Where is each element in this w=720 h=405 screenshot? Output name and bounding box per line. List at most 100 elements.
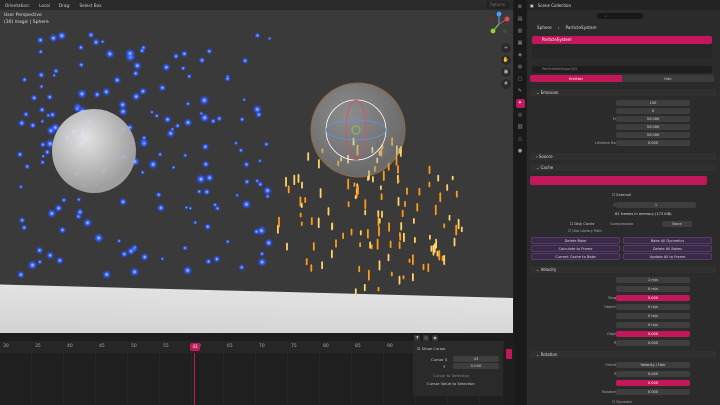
left-sphere[interactable]: [52, 109, 136, 193]
velocity-prop-row[interactable]: Randomize0.000: [530, 340, 716, 346]
modifier-tab-icon[interactable]: ✎: [516, 87, 525, 96]
prop-value-field[interactable]: 0 m/s: [616, 286, 690, 292]
prop-value-field[interactable]: Velocity / Hair: [616, 362, 690, 368]
cache-list[interactable]: [530, 176, 707, 185]
orientation-label[interactable]: Orientation:: [5, 3, 30, 8]
select-mode[interactable]: Select Box: [80, 3, 102, 8]
render-tab-icon[interactable]: ▤: [516, 15, 525, 24]
velocity-prop-row[interactable]: Normal1 m/s: [530, 277, 716, 283]
particle-system-list-item[interactable]: ParticleSystem: [532, 36, 712, 44]
prop-value-field[interactable]: 1 m/s: [616, 277, 690, 283]
rotation-dynamic-checkbox[interactable]: ☐ Dynamic: [612, 399, 692, 405]
proportional-icon[interactable]: ◉: [432, 334, 438, 341]
type-emitter-button[interactable]: Emitter: [530, 75, 622, 82]
emission-panel-header[interactable]: ⌄ Emission: [530, 89, 716, 96]
emission-prop-row[interactable]: End55.000: [530, 124, 716, 130]
emission-prop-row[interactable]: Frame Start55.000: [530, 116, 716, 122]
rotation-prop-row[interactable]: Randomize Phase0.000: [530, 389, 716, 395]
3d-viewport[interactable]: Orientation: Local Drag: Select Box Opti…: [0, 0, 513, 333]
cursor-y-field[interactable]: 0.000: [453, 363, 499, 369]
world-tab-icon[interactable]: ◍: [516, 63, 525, 72]
data-tab-icon[interactable]: △: [516, 135, 525, 144]
grid-icon[interactable]: #: [501, 79, 511, 89]
selected-sphere[interactable]: [310, 82, 406, 178]
prop-value-field[interactable]: 0.000: [616, 389, 690, 395]
velocity-prop-row[interactable]: Object Velocity0.000: [530, 331, 716, 337]
rotation-prop-row[interactable]: Randomize0.000: [530, 371, 716, 377]
orange-particle: [369, 241, 371, 249]
object-tab-icon[interactable]: ▢: [516, 75, 525, 84]
prop-value-field[interactable]: 0.000: [616, 371, 690, 377]
prop-value-field[interactable]: 0.000: [616, 340, 690, 346]
blue-particle: [182, 152, 188, 158]
navigation-gizmo[interactable]: [485, 10, 513, 38]
velocity-prop-row[interactable]: Tangent0 m/s: [530, 286, 716, 292]
scene-tab-icon[interactable]: ◈: [516, 51, 525, 60]
velocity-prop-row[interactable]: Y0 m/s: [530, 313, 716, 319]
type-hair-button[interactable]: Hair: [622, 75, 714, 82]
prop-value-field[interactable]: 0 m/s: [616, 313, 690, 319]
cursor-to-selection-button[interactable]: Cursor to Selection: [433, 373, 469, 378]
emission-prop-row[interactable]: Lifetime55.000: [530, 132, 716, 138]
cache-panel-header[interactable]: ⌄ Cache: [530, 164, 716, 171]
timeline-frame-label: 45: [99, 344, 105, 349]
velocity-prop-row[interactable]: Tangent Phase0.000: [530, 295, 716, 301]
prop-value-field[interactable]: 0 m/s: [616, 322, 690, 328]
zoom-icon[interactable]: +: [501, 43, 511, 53]
blue-particle: [147, 159, 159, 170]
prop-value-field[interactable]: 0: [616, 108, 690, 114]
prop-value-field[interactable]: 55.000: [616, 124, 690, 130]
rotation-prop-row[interactable]: Orientation AxisVelocity / Hair: [530, 362, 716, 368]
view-layer-tab-icon[interactable]: ▦: [516, 39, 525, 48]
outliner-title[interactable]: Scene Collection: [538, 3, 571, 8]
output-tab-icon[interactable]: ▥: [516, 27, 525, 36]
filter-icon[interactable]: ⧩: [414, 334, 420, 341]
calculate-to-frame-button[interactable]: Calculate to Frame: [531, 245, 620, 252]
material-tab-icon[interactable]: ●: [516, 147, 525, 156]
show-cursor-checkbox[interactable]: ☑ Show Cursor: [417, 346, 446, 351]
cache-step-field[interactable]: Cache Step 1: [530, 202, 716, 208]
hand-icon[interactable]: ✋: [501, 55, 511, 65]
rotation-prop-row[interactable]: Phase0.000: [530, 380, 716, 386]
constraints-tab-icon[interactable]: ⛓: [516, 123, 525, 132]
particle-settings-field[interactable]: ParticleSettings.003: [532, 66, 712, 73]
update-all-to-frame-button[interactable]: Update All to Frame: [623, 253, 712, 260]
drag-label[interactable]: Drag:: [59, 3, 71, 8]
rotation-panel-header[interactable]: ⌄ Rotation: [530, 351, 716, 358]
cursor-x-field[interactable]: 43: [453, 356, 499, 362]
external-checkbox[interactable]: ☐ External: [530, 192, 716, 198]
velocity-panel-header[interactable]: ⌄ Velocity: [530, 266, 716, 273]
particles-tab-icon[interactable]: ✦: [515, 99, 525, 108]
current-cache-to-bake-button[interactable]: Current Cache to Bake: [531, 253, 620, 260]
tool-tab-icon[interactable]: ⚙: [516, 3, 525, 12]
particle-system-list[interactable]: [532, 44, 712, 58]
physics-tab-icon[interactable]: ◎: [516, 111, 525, 120]
prop-value-field[interactable]: 0.000: [616, 295, 690, 301]
velocity-prop-row[interactable]: Z0 m/s: [530, 322, 716, 328]
prop-value-field[interactable]: 150: [616, 100, 690, 106]
source-panel-header[interactable]: › Source: [530, 153, 716, 160]
delete-all-bakes-button[interactable]: Delete All Bakes: [623, 245, 712, 252]
transform-space[interactable]: Local: [39, 3, 50, 8]
emission-prop-row[interactable]: Number150: [530, 100, 716, 106]
view-side-tab[interactable]: [506, 349, 512, 359]
snap-icon[interactable]: ◇: [423, 334, 429, 341]
prop-value-field[interactable]: 0.000: [616, 331, 690, 337]
search-input[interactable]: ⌕: [597, 12, 643, 19]
prop-value-field[interactable]: 55.000: [616, 132, 690, 138]
prop-value-field[interactable]: 0.000: [616, 380, 690, 386]
disk-cache-row[interactable]: ☐ Disk Cache Compression None: [530, 221, 716, 227]
delete-bake-button[interactable]: Delete Bake: [531, 237, 620, 244]
use-library-path[interactable]: ☐ Use Library Path: [530, 228, 716, 234]
playhead[interactable]: 43: [190, 343, 200, 351]
prop-value-field[interactable]: 0 m/s: [616, 304, 690, 310]
emission-prop-row[interactable]: Seed0: [530, 108, 716, 114]
bake-all-dynamics-button[interactable]: Bake All Dynamics: [623, 237, 712, 244]
emission-prop-row[interactable]: Lifetime Randomness 0.000: [530, 140, 716, 146]
prop-value-field[interactable]: 0.000: [616, 140, 690, 146]
camera-icon[interactable]: ▣: [501, 67, 511, 77]
velocity-prop-row[interactable]: Object Aligned X0 m/s: [530, 304, 716, 310]
blue-particle: [205, 47, 213, 55]
cursor-value-to-selection-button[interactable]: Cursor Value to Selection: [427, 381, 475, 386]
prop-value-field[interactable]: 55.000: [616, 116, 690, 122]
